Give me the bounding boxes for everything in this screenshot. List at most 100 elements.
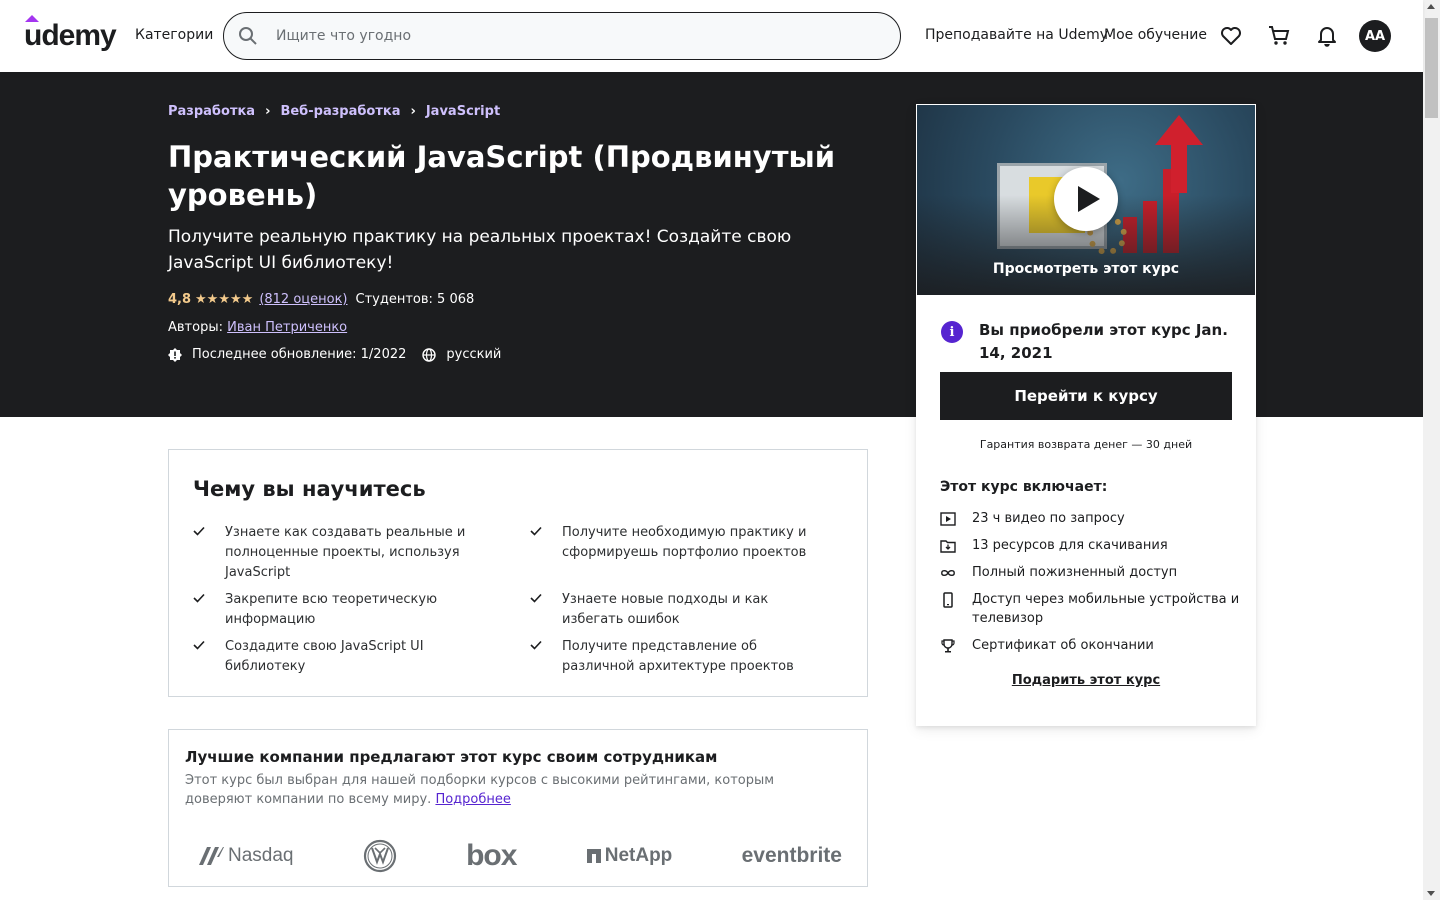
eventbrite-logo: eventbrite <box>741 844 842 867</box>
list-item: Узнаете новые подходы и как избегать оши… <box>530 590 850 630</box>
chevron-right-icon: › <box>265 104 271 119</box>
download-icon <box>940 536 956 555</box>
companies-title: Лучшие компании предлагают этот курс сво… <box>185 748 718 766</box>
star-rating-icon: ★★★★★ <box>195 292 254 307</box>
includes-item-text: Полный пожизненный доступ <box>972 565 1178 580</box>
ratings-count-link[interactable]: (812 оценок) <box>259 292 347 307</box>
learn-more-link[interactable]: Подробнее <box>435 792 510 807</box>
top-companies: Лучшие компании предлагают этот курс сво… <box>168 729 868 887</box>
breadcrumb: Разработка › Веб-разработка › JavaScript <box>168 104 500 119</box>
go-to-course-button[interactable]: Перейти к курсу <box>940 372 1232 420</box>
list-item: 13 ресурсов для скачивания <box>940 536 1240 555</box>
check-icon <box>530 637 546 677</box>
list-item: Полный пожизненный доступ <box>940 563 1240 582</box>
authors-label: Авторы: <box>168 320 223 335</box>
cart-icon[interactable] <box>1267 24 1291 48</box>
check-icon <box>530 523 546 583</box>
netapp-logo-text: NetApp <box>604 845 673 866</box>
scroll-down-icon[interactable] <box>1427 891 1435 896</box>
authors: Авторы: Иван Петриченко <box>168 320 347 335</box>
list-item: 23 ч видео по запросу <box>940 509 1240 528</box>
scrollbar-thumb[interactable] <box>1425 18 1438 118</box>
categories-link[interactable]: Категории <box>135 27 213 43</box>
learn-list: Узнаете как создавать реальные и полноце… <box>193 523 853 677</box>
logo-hat-icon <box>25 15 39 22</box>
udemy-logo[interactable]: udemy <box>24 15 117 53</box>
money-back-guarantee: Гарантия возврата денег — 30 дней <box>979 438 1193 451</box>
list-item: Узнаете как создавать реальные и полноце… <box>193 523 530 583</box>
course-title: Практический JavaScript (Продвинутый уро… <box>168 140 836 212</box>
learn-item-text: Узнаете как создавать реальные и полноце… <box>225 525 466 580</box>
learn-item-text: Получите необходимую практику и сформиру… <box>562 525 807 560</box>
course-language: русский <box>446 347 502 362</box>
nasdaq-logo-text: Nasdaq <box>228 845 294 866</box>
check-icon <box>193 590 209 630</box>
vw-logo <box>363 839 397 873</box>
learn-item-text: Узнаете новые подходы и как избегать оши… <box>562 592 769 627</box>
search-icon[interactable] <box>238 26 258 46</box>
video-icon <box>940 509 956 528</box>
check-icon <box>193 637 209 677</box>
list-item: Доступ через мобильные устройства и теле… <box>940 590 1240 628</box>
learn-title: Чему вы научитесь <box>193 477 426 501</box>
globe-icon <box>422 347 437 362</box>
breadcrumb-item-development[interactable]: Разработка <box>168 104 255 119</box>
includes-item-text: Сертификат об окончании <box>972 638 1154 653</box>
page-scrollbar[interactable] <box>1423 0 1440 900</box>
gift-course-link[interactable]: Подарить этот курс <box>1012 673 1160 688</box>
info-icon: i <box>941 321 963 343</box>
scroll-up-icon[interactable] <box>1427 4 1435 9</box>
list-item: Получите представление об различной архи… <box>530 637 850 677</box>
course-sidebar-card: Просмотреть этот курс i Вы приобрели это… <box>916 104 1256 726</box>
author-link[interactable]: Иван Петриченко <box>227 320 347 335</box>
chevron-right-icon: › <box>410 104 416 119</box>
what-you-will-learn: Чему вы научитесь Узнаете как создавать … <box>168 449 868 697</box>
my-learning-link[interactable]: Мое обучение <box>1104 27 1207 43</box>
infinity-icon <box>940 563 956 582</box>
teach-link[interactable]: Преподавайте на Udemy <box>925 27 1108 43</box>
last-updated: Последнее обновление: 1/2022 <box>192 347 407 362</box>
preview-arrow <box>1155 115 1203 145</box>
preview-label: Просмотреть этот курс <box>992 261 1180 277</box>
search-bar[interactable] <box>223 12 901 60</box>
play-button-icon[interactable] <box>1054 167 1118 231</box>
logo-text: udemy <box>24 19 117 52</box>
check-icon <box>530 590 546 630</box>
bell-icon[interactable] <box>1315 24 1339 48</box>
learn-item-text: Закрепите всю теоретическую информацию <box>225 592 438 627</box>
list-item: Получите необходимую практику и сформиру… <box>530 523 850 583</box>
play-triangle <box>1078 186 1100 212</box>
includes-item-text: 23 ч видео по запросу <box>972 511 1125 526</box>
company-logos: Nasdaq box NetApp eventbrite <box>197 834 842 878</box>
course-subtitle: Получите реальную практику на реальных п… <box>168 227 792 273</box>
gift-course: Подарить этот курс <box>917 673 1255 688</box>
rating-value: 4,8 <box>168 292 192 307</box>
preview-arrow <box>1171 143 1187 193</box>
course-meta: Последнее обновление: 1/2022 русский <box>168 347 501 362</box>
netapp-logo: NetApp <box>586 845 673 867</box>
includes-list: 23 ч видео по запросу 13 ресурсов для ск… <box>940 509 1240 663</box>
learn-item-text: Создадите свою JavaScript UI библиотеку <box>225 639 424 674</box>
alert-badge-icon <box>168 347 182 362</box>
includes-item-text: 13 ресурсов для скачивания <box>972 538 1168 553</box>
search-input[interactable] <box>276 28 836 44</box>
avatar[interactable]: AA <box>1359 20 1391 52</box>
includes-item-text: Доступ через мобильные устройства и теле… <box>972 592 1240 626</box>
check-icon <box>193 523 209 583</box>
students-count: Студентов: 5 068 <box>355 292 475 307</box>
breadcrumb-item-web-development[interactable]: Веб-разработка <box>280 104 400 119</box>
course-preview[interactable]: Просмотреть этот курс <box>917 105 1255 295</box>
rating-row: 4,8 ★★★★★ (812 оценок) Студентов: 5 068 <box>168 292 474 307</box>
list-item: Сертификат об окончании <box>940 636 1240 655</box>
purchase-text: Вы приобрели этот курс Jan. 14, 2021 <box>979 321 1228 362</box>
mobile-icon <box>940 590 956 609</box>
includes-title: Этот курс включает: <box>940 479 1108 495</box>
breadcrumb-item-javascript[interactable]: JavaScript <box>426 104 500 119</box>
box-logo: box <box>466 839 517 872</box>
list-item: Создадите свою JavaScript UI библиотеку <box>193 637 530 677</box>
learn-item-text: Получите представление об различной архи… <box>562 639 794 674</box>
heart-icon[interactable] <box>1219 24 1243 48</box>
trophy-icon <box>940 636 956 655</box>
nasdaq-logo: Nasdaq <box>197 845 294 867</box>
top-nav: udemy Категории Преподавайте на Udemy Мо… <box>0 0 1423 72</box>
